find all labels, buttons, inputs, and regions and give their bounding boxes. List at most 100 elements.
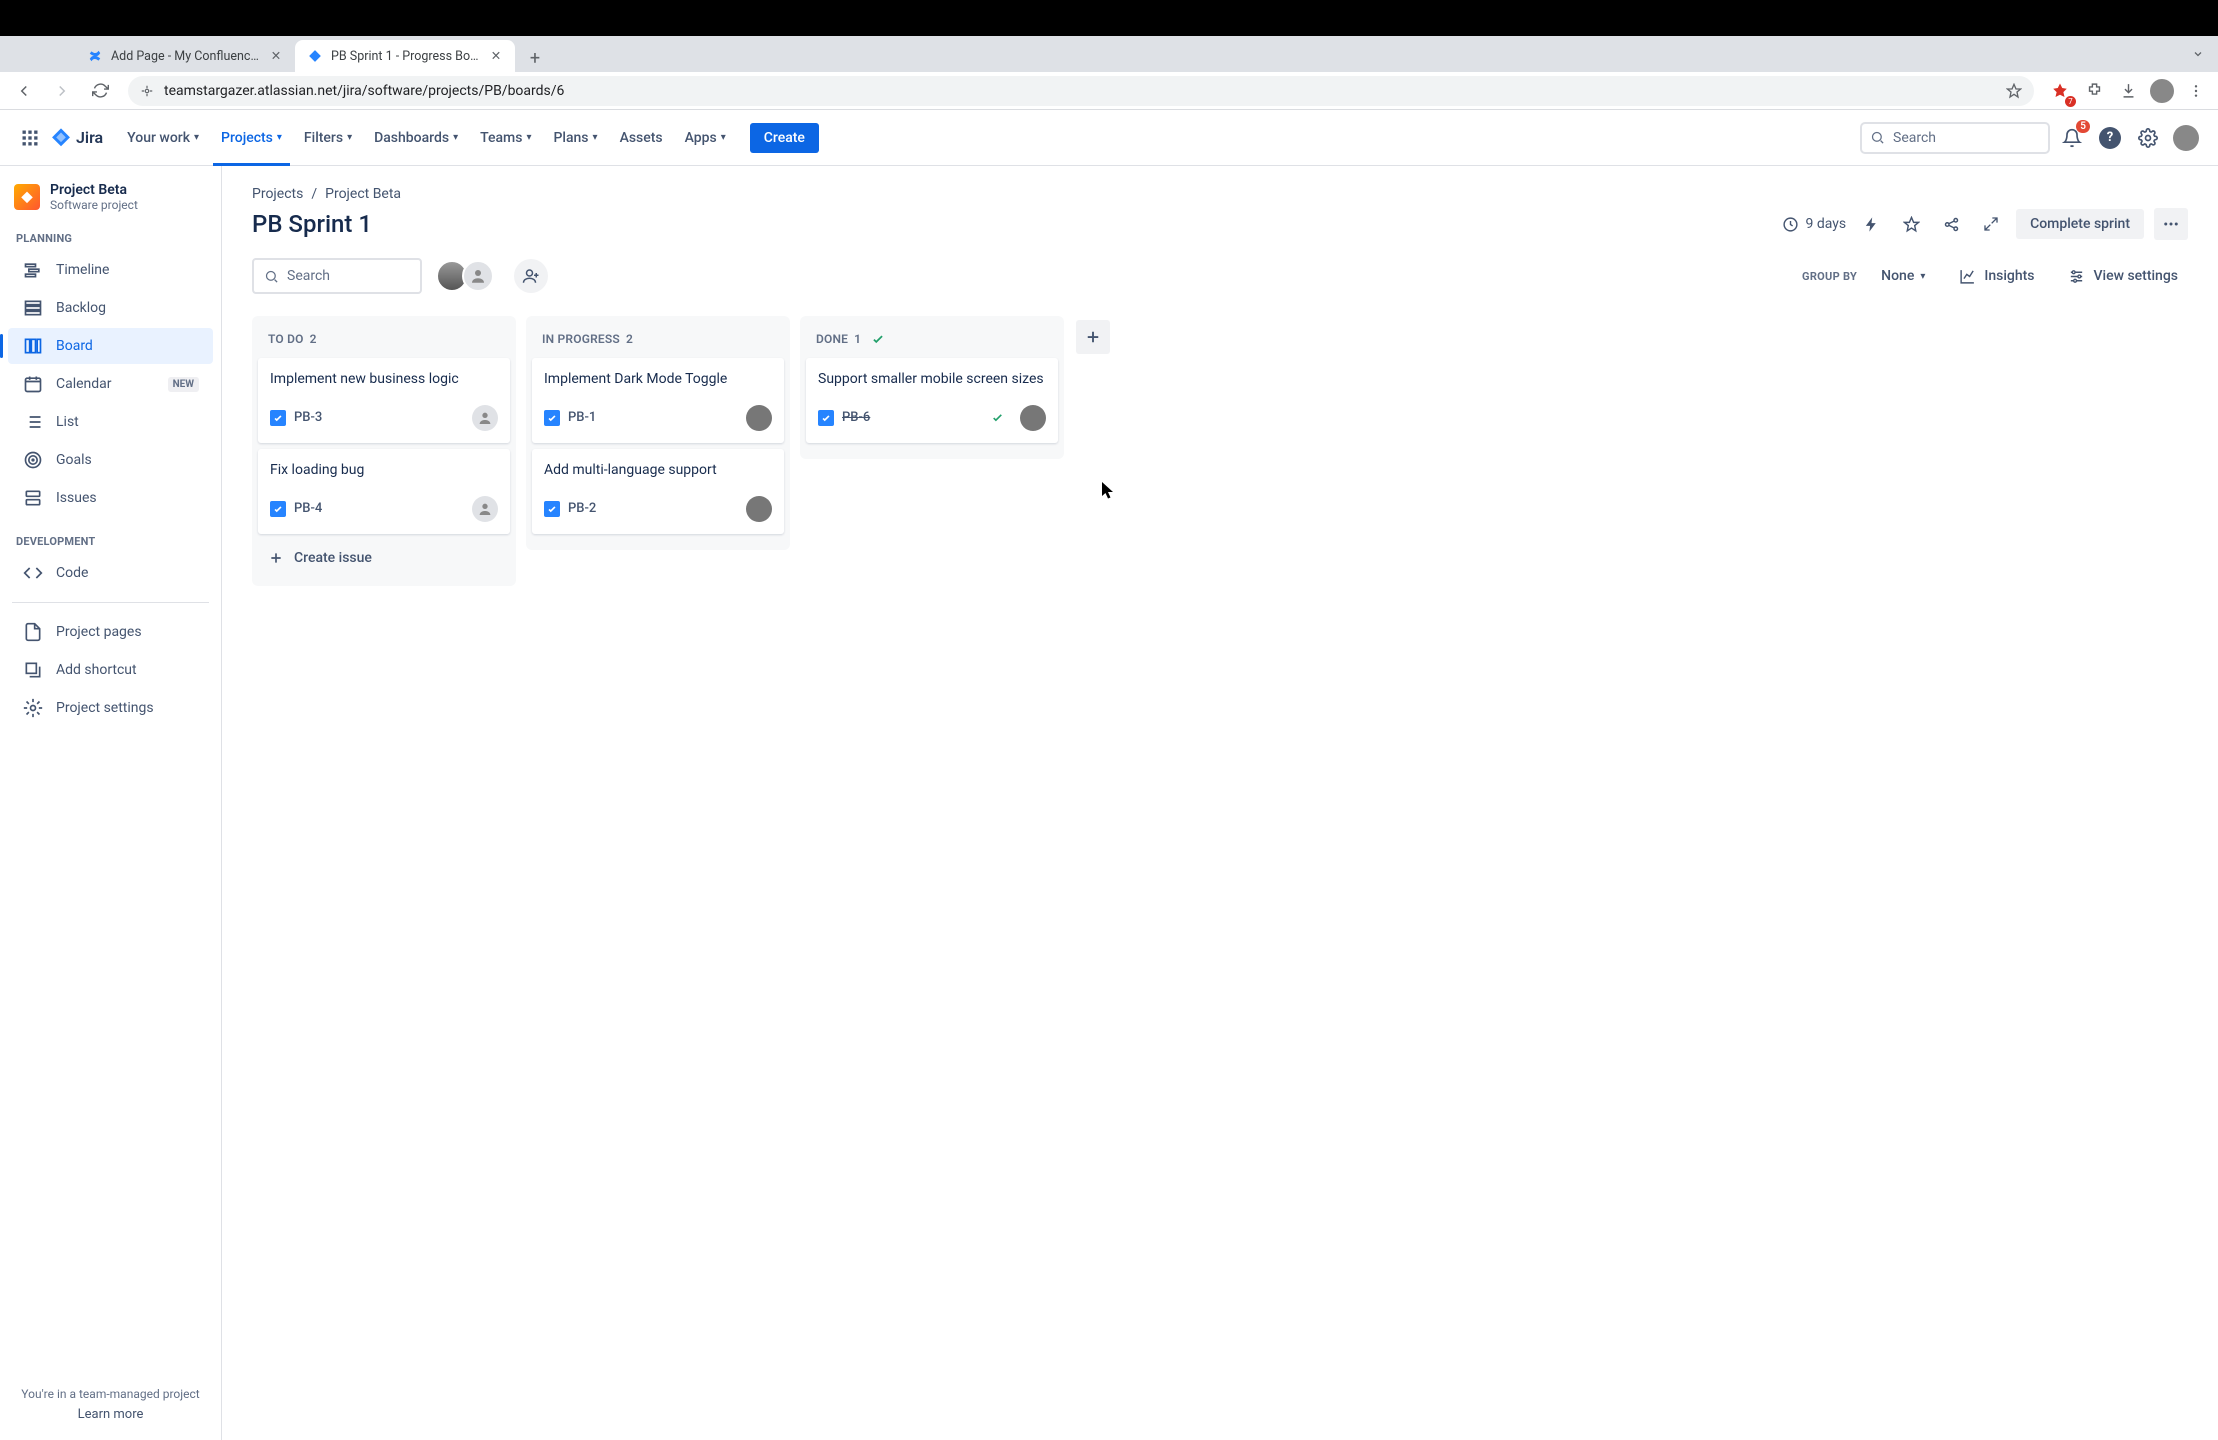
search-placeholder: Search [1893, 130, 1936, 146]
star-icon[interactable] [1896, 209, 1926, 239]
nav-teams[interactable]: Teams▾ [472, 124, 539, 152]
learn-more-link[interactable]: Learn more [10, 1407, 211, 1422]
issue-type-icon [818, 410, 834, 426]
days-remaining[interactable]: 9 days [1782, 216, 1846, 233]
sidebar-item-board[interactable]: Board [8, 328, 213, 364]
sidebar-item-project-settings[interactable]: Project settings [8, 690, 213, 726]
column-count: 2 [310, 332, 317, 346]
column-header[interactable]: TO DO2 [258, 322, 510, 358]
sidebar-item-goals[interactable]: Goals [8, 442, 213, 478]
project-sidebar: ◆ Project Beta Software project PLANNING… [0, 166, 222, 1440]
sidebar-item-add-shortcut[interactable]: Add shortcut [8, 652, 213, 688]
issue-card[interactable]: Implement Dark Mode TogglePB-1 [532, 358, 784, 443]
browser-tab-jira[interactable]: PB Sprint 1 - Progress Board ✕ [295, 40, 515, 72]
profile-avatar[interactable] [2170, 122, 2202, 154]
extension-icon[interactable] [2046, 77, 2074, 105]
nav-plans[interactable]: Plans▾ [545, 124, 605, 152]
sidebar-item-timeline[interactable]: Timeline [8, 252, 213, 288]
sidebar-item-issues[interactable]: Issues [8, 480, 213, 516]
column-done: DONE1Support smaller mobile screen sizes… [800, 316, 1064, 459]
settings-icon[interactable] [2132, 122, 2164, 154]
extensions-icon[interactable] [2080, 77, 2108, 105]
nav-projects[interactable]: Projects▾ [213, 124, 290, 152]
avatar-unassigned[interactable] [462, 260, 494, 292]
gear-icon [22, 698, 44, 718]
breadcrumb-projects[interactable]: Projects [252, 186, 303, 202]
create-button[interactable]: Create [750, 123, 819, 153]
avatar[interactable] [746, 496, 772, 522]
automation-icon[interactable] [1856, 209, 1886, 239]
board-icon [22, 336, 44, 356]
forward-button[interactable] [46, 75, 78, 107]
issue-key: PB-6 [842, 410, 870, 425]
add-column-button[interactable] [1076, 320, 1110, 354]
nav-your-work[interactable]: Your work▾ [119, 124, 207, 152]
column-count: 2 [626, 332, 633, 346]
card-footer: PB-1 [544, 405, 772, 431]
sidebar-item-code[interactable]: Code [8, 555, 213, 591]
reload-button[interactable] [84, 75, 116, 107]
jira-logo[interactable]: Jira [50, 127, 103, 149]
calendar-icon [22, 374, 44, 394]
browser-menu-icon[interactable] [2182, 77, 2210, 105]
site-info-icon[interactable] [140, 84, 154, 98]
column-header[interactable]: IN PROGRESS2 [532, 322, 784, 358]
fullscreen-icon[interactable] [1976, 209, 2006, 239]
view-settings-button[interactable]: View settings [2058, 261, 2188, 292]
jira-icon [307, 48, 323, 64]
nav-apps[interactable]: Apps▾ [677, 124, 734, 152]
issue-card[interactable]: Fix loading bugPB-4 [258, 449, 510, 534]
issue-card[interactable]: Implement new business logic PB-3 [258, 358, 510, 443]
footer-text: You're in a team-managed project [10, 1387, 211, 1401]
browser-tab-confluence[interactable]: Add Page - My Confluence P… ✕ [75, 40, 295, 72]
sidebar-item-project-pages[interactable]: Project pages [8, 614, 213, 650]
sidebar-item-backlog[interactable]: Backlog [8, 290, 213, 326]
back-button[interactable] [8, 75, 40, 107]
group-by-label: GROUP BY [1802, 270, 1857, 283]
sidebar-item-list[interactable]: List [8, 404, 213, 440]
nav-assets[interactable]: Assets [612, 124, 671, 152]
nav-dashboards[interactable]: Dashboards▾ [366, 124, 466, 152]
project-header[interactable]: ◆ Project Beta Software project [0, 182, 221, 226]
profile-avatar[interactable] [2148, 77, 2176, 105]
assignee-filter[interactable] [436, 260, 494, 292]
column-count: 1 [854, 332, 861, 346]
sidebar-item-calendar[interactable]: Calendar NEW [8, 366, 213, 402]
avatar[interactable] [746, 405, 772, 431]
avatar-unassigned[interactable] [472, 496, 498, 522]
group-by-select[interactable]: None ▾ [1871, 262, 1935, 290]
insights-button[interactable]: Insights [1949, 261, 2044, 292]
help-icon[interactable]: ? [2094, 122, 2126, 154]
global-search[interactable]: Search [1860, 122, 2050, 154]
notifications-icon[interactable]: 5 [2056, 122, 2088, 154]
nav-filters[interactable]: Filters▾ [296, 124, 360, 152]
goals-icon [22, 450, 44, 470]
avatar[interactable] [1020, 405, 1046, 431]
check-icon [991, 411, 1004, 424]
share-icon[interactable] [1936, 209, 1966, 239]
card-title: Implement new business logic [270, 370, 498, 389]
close-icon[interactable]: ✕ [489, 49, 503, 63]
breadcrumb-project[interactable]: Project Beta [325, 186, 401, 202]
url-bar[interactable]: teamstargazer.atlassian.net/jira/softwar… [128, 76, 2034, 106]
close-icon[interactable]: ✕ [269, 49, 283, 63]
issue-card[interactable]: Support smaller mobile screen sizesPB-6 [806, 358, 1058, 443]
app-switcher-icon[interactable] [16, 124, 44, 152]
issue-type-icon [270, 410, 286, 426]
board-search[interactable]: Search [252, 258, 422, 294]
issues-icon [22, 488, 44, 508]
avatar-unassigned[interactable] [472, 405, 498, 431]
downloads-icon[interactable] [2114, 77, 2142, 105]
new-tab-button[interactable]: + [521, 44, 549, 72]
issue-card[interactable]: Add multi-language supportPB-2 [532, 449, 784, 534]
chevron-down-icon[interactable] [2188, 44, 2208, 64]
create-issue-button[interactable]: Create issue [258, 540, 510, 576]
issue-key: PB-3 [294, 410, 322, 425]
add-people-button[interactable] [514, 259, 548, 293]
column-header[interactable]: DONE1 [806, 322, 1058, 358]
complete-sprint-button[interactable]: Complete sprint [2016, 209, 2144, 239]
tab-title: PB Sprint 1 - Progress Board [331, 49, 481, 64]
more-icon[interactable] [2154, 208, 2188, 240]
list-icon [22, 412, 44, 432]
star-icon[interactable] [2006, 83, 2022, 99]
